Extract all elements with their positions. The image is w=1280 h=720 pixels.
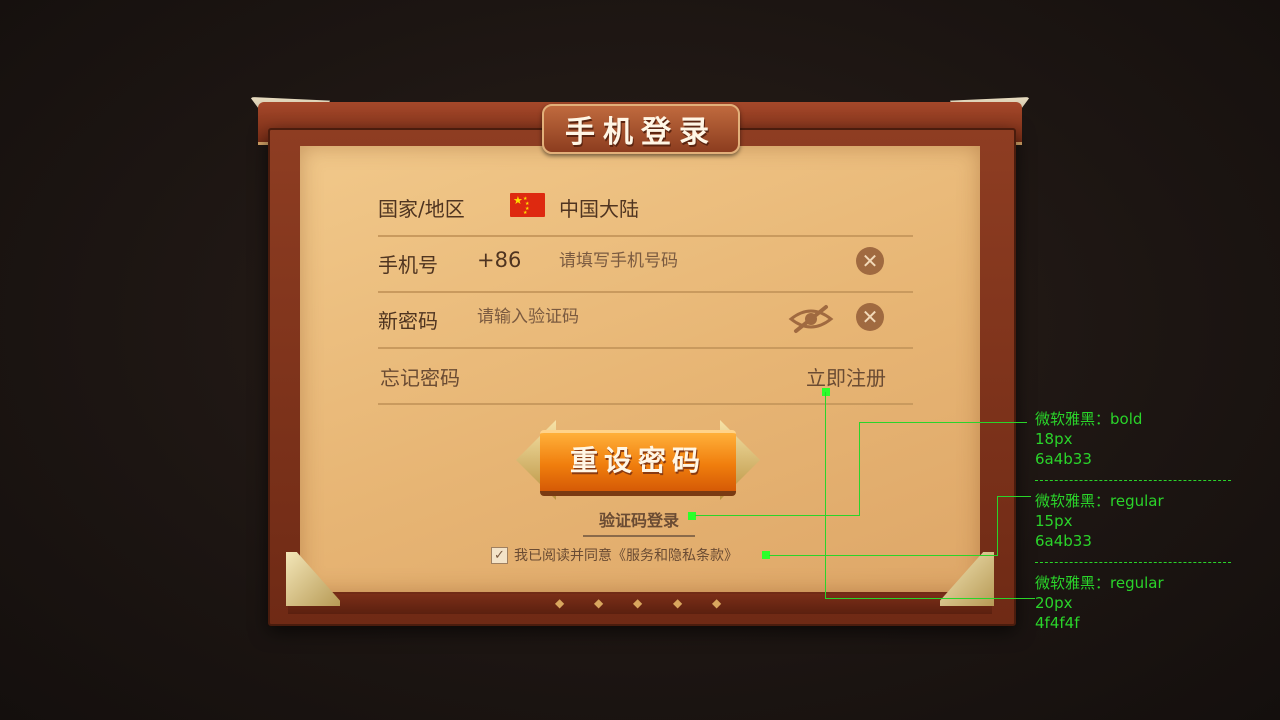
password-label: 新密码 — [378, 309, 438, 333]
annotation-leader-line — [825, 598, 1035, 599]
annotation-font: 微软雅黑：bold — [1035, 410, 1143, 428]
annotation-bold-18: 微软雅黑：bold 18px 6a4b33 — [1035, 409, 1142, 469]
annotation-color: 6a4b33 — [1035, 532, 1092, 550]
annotation-marker — [688, 512, 696, 520]
annotation-font: 微软雅黑：regular — [1035, 574, 1164, 592]
diamond-ornament-icon: ◆ — [555, 596, 565, 610]
annotation-color: 4f4f4f — [1035, 614, 1080, 632]
close-icon: ✕ — [861, 305, 879, 329]
annotation-size: 20px — [1035, 594, 1073, 612]
annotation-size: 15px — [1035, 512, 1073, 530]
forgot-password-link[interactable]: 忘记密码 — [380, 362, 460, 391]
annotation-leader-line — [859, 422, 860, 516]
dialog-title: 手机登录 — [565, 115, 717, 150]
password-row: 新密码 ✕ — [378, 291, 913, 349]
annotation-color: 6a4b33 — [1035, 450, 1092, 468]
phone-input[interactable] — [559, 251, 779, 271]
phone-label: 手机号 — [378, 253, 438, 277]
register-link[interactable]: 立即注册 — [806, 362, 886, 391]
reset-password-label: 重设密码 — [569, 444, 706, 477]
agreement: ✓ 我已阅读并同意《服务和隐私条款》 — [491, 545, 738, 565]
country-value: 中国大陆 — [559, 197, 639, 221]
diamond-ornament-icon: ◆ — [673, 596, 683, 610]
clear-password-button[interactable]: ✕ — [856, 303, 884, 331]
diamond-ornament-icon: ◆ — [633, 596, 643, 610]
annotation-leader-line — [695, 515, 859, 516]
title-plaque: 手机登录 — [542, 104, 740, 154]
annotation-leader-line — [859, 422, 1027, 423]
eye-hidden-icon[interactable] — [788, 303, 834, 335]
annotation-size: 18px — [1035, 430, 1073, 448]
links-row: 忘记密码 立即注册 — [378, 347, 913, 405]
annotation-leader-line — [825, 392, 826, 598]
diamond-ornament-icon: ◆ — [712, 596, 722, 610]
agreement-text[interactable]: 我已阅读并同意《服务和隐私条款》 — [514, 545, 738, 565]
agreement-checkbox[interactable]: ✓ — [491, 546, 508, 564]
diamond-ornament-icon: ◆ — [594, 596, 604, 610]
annotation-leader-line — [997, 496, 998, 556]
annotation-leader-line — [997, 496, 1031, 497]
annotation-font: 微软雅黑：regular — [1035, 492, 1164, 510]
clear-phone-button[interactable]: ✕ — [856, 247, 884, 275]
close-icon: ✕ — [861, 249, 879, 273]
china-flag-icon: ★ ★ ★ ★ ★ — [510, 193, 545, 217]
country-label: 国家/地区 — [378, 197, 465, 221]
annotation-regular-15: 微软雅黑：regular 15px 6a4b33 — [1035, 491, 1164, 551]
password-input[interactable] — [477, 307, 737, 327]
reset-password-button[interactable]: 重设密码 — [516, 420, 760, 500]
annotation-regular-20: 微软雅黑：regular 20px 4f4f4f — [1035, 573, 1164, 633]
sms-login-link[interactable]: 验证码登录 — [583, 507, 695, 537]
annotation-separator — [1035, 480, 1231, 481]
annotation-marker — [822, 388, 830, 396]
annotation-separator — [1035, 562, 1231, 563]
phone-country-code[interactable]: +86 — [477, 248, 521, 272]
phone-row: 手机号 +86 ✕ — [378, 235, 913, 293]
annotation-leader-line — [769, 555, 997, 556]
country-row[interactable]: 国家/地区 ★ ★ ★ ★ ★ 中国大陆 — [378, 179, 913, 237]
